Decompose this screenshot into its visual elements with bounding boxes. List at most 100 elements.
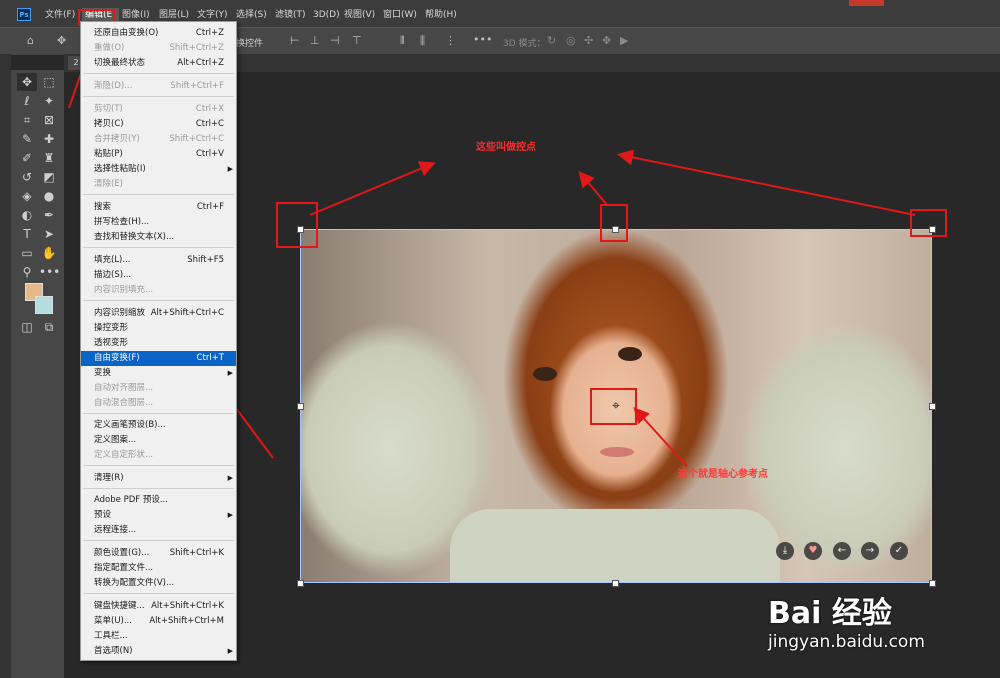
menu-item-assign-profile[interactable]: 指定配置文件... — [81, 561, 236, 576]
pen-tool-icon[interactable]: ✒ — [39, 206, 59, 224]
arrow-right-icon[interactable]: → — [861, 542, 879, 560]
3d-scale-icon[interactable]: ▶ — [620, 35, 628, 47]
menu-separator — [83, 593, 234, 594]
heart-icon[interactable]: ♥ — [804, 542, 822, 560]
more-tools-icon[interactable]: ••• — [39, 263, 60, 281]
window-close-strip[interactable] — [849, 0, 884, 6]
menu-item-paste[interactable]: 粘贴(P) Ctrl+V — [81, 147, 236, 162]
menu-help[interactable]: 帮助(H) — [422, 8, 460, 22]
menu-item-perspective-warp[interactable]: 透视变形 — [81, 336, 236, 351]
menu-item-toggle-last-state[interactable]: 切换最终状态 Alt+Ctrl+Z — [81, 56, 236, 71]
screen-mode-icon[interactable]: ⧉ — [39, 318, 59, 336]
align-hcenter-icon[interactable]: ⊥ — [310, 35, 320, 47]
menu-item-convert-profile[interactable]: 转换为配置文件(V)... — [81, 576, 236, 591]
handle-middle-left[interactable] — [297, 403, 304, 410]
type-tool-icon[interactable]: T — [17, 225, 37, 243]
3d-slide-icon[interactable]: ✥ — [602, 35, 611, 47]
marquee-tool-icon[interactable]: ⬚ — [39, 73, 59, 91]
quick-mask-icon[interactable]: ◫ — [17, 318, 37, 336]
distribute-icon[interactable]: ⫴ — [400, 35, 405, 47]
align-left-icon[interactable]: ⊢ — [290, 35, 300, 47]
menu-item-transform[interactable]: 变换 ▶ — [81, 366, 236, 381]
move-tool-icon[interactable]: ✥ — [57, 35, 66, 47]
menu-3d[interactable]: 3D(D) — [310, 8, 343, 22]
menu-item-search[interactable]: 搜索 Ctrl+F — [81, 200, 236, 215]
menu-item-keyboard-shortcuts[interactable]: 键盘快捷键... Alt+Shift+Ctrl+K — [81, 599, 236, 614]
rectangle-tool-icon[interactable]: ▭ — [17, 244, 37, 262]
menu-item-stroke[interactable]: 描边(S)... — [81, 268, 236, 283]
menu-item-spell-check[interactable]: 拼写检查(H)... — [81, 215, 236, 230]
menu-item-clear: 清除(E) — [94, 179, 124, 189]
blur-tool-icon[interactable]: ● — [39, 187, 59, 205]
frame-tool-icon[interactable]: ⊠ — [39, 111, 59, 129]
magic-wand-tool-icon[interactable]: ✦ — [39, 92, 59, 110]
menu-separator — [83, 413, 234, 414]
menu-item-preferences[interactable]: 首选项(N) ▶ — [81, 644, 236, 659]
handle-bottom-middle[interactable] — [612, 580, 619, 587]
menu-item-find-replace[interactable]: 查找和替换文本(X)... — [81, 230, 236, 245]
menu-file[interactable]: 文件(F) — [42, 8, 78, 22]
brush-tool-icon[interactable]: ✐ — [17, 149, 37, 167]
history-brush-tool-icon[interactable]: ↺ — [17, 168, 37, 186]
menu-item-pdf-presets[interactable]: Adobe PDF 预设... — [81, 493, 236, 508]
menu-item-define-pattern[interactable]: 定义图案... — [81, 433, 236, 448]
more-icon[interactable]: ••• — [473, 34, 492, 46]
menu-window[interactable]: 窗口(W) — [380, 8, 420, 22]
healing-brush-tool-icon[interactable]: ✚ — [39, 130, 59, 148]
menu-item-purge[interactable]: 清理(R) ▶ — [81, 471, 236, 486]
menu-item-puppet-warp[interactable]: 操控变形 — [81, 321, 236, 336]
menu-item-paste-special[interactable]: 选择性粘贴(I) ▶ — [81, 162, 236, 177]
3d-drag-icon[interactable]: ✣ — [584, 35, 593, 47]
lasso-tool-icon[interactable]: ℓ — [17, 92, 37, 110]
menu-filter[interactable]: 滤镜(T) — [272, 8, 309, 22]
align-right-icon[interactable]: ⊣ — [330, 35, 340, 47]
transform-controls-label[interactable]: 换控件 — [236, 36, 263, 49]
path-selection-tool-icon[interactable]: ➤ — [39, 225, 59, 243]
menu-item-fill[interactable]: 填充(L)... Shift+F5 — [81, 253, 236, 268]
3d-roll-icon[interactable]: ◎ — [566, 35, 576, 47]
zoom-tool-icon[interactable]: ⚲ — [17, 263, 37, 281]
menu-item-undo[interactable]: 还原自由变换(O) Ctrl+Z — [81, 26, 236, 41]
home-icon[interactable]: ⌂ — [27, 35, 34, 47]
clone-stamp-tool-icon[interactable]: ♜ — [39, 149, 59, 167]
menu-type[interactable]: 文字(Y) — [194, 8, 231, 22]
arrow-left-icon[interactable]: ← — [833, 542, 851, 560]
menu-image[interactable]: 图像(I) — [119, 8, 153, 22]
eraser-tool-icon[interactable]: ◩ — [39, 168, 59, 186]
paint-bucket-tool-icon[interactable]: ◈ — [17, 187, 37, 205]
distribute-h-icon[interactable]: ⋮ — [445, 35, 456, 47]
3d-rotate-icon[interactable]: ↻ — [547, 35, 556, 47]
crop-tool-icon[interactable]: ⌗ — [17, 111, 37, 129]
eyedropper-tool-icon[interactable]: ✎ — [17, 130, 37, 148]
submenu-arrow-icon: ▶ — [227, 474, 233, 482]
dodge-tool-icon[interactable]: ◐ — [17, 206, 37, 224]
hand-tool-icon[interactable]: ✋ — [39, 244, 59, 262]
menu-item-content-aware-scale[interactable]: 内容识别缩放 Alt+Shift+Ctrl+C — [81, 306, 236, 321]
menu-item-menus[interactable]: 菜单(U)... Alt+Shift+Ctrl+M — [81, 614, 236, 629]
toolbox: ✥ ⬚ ℓ ✦ ⌗ ⊠ ✎ ✚ ✐ ♜ ↺ ◩ ◈ ● ◐ ✒ T ➤ ▭ ✋ … — [11, 70, 64, 678]
download-icon[interactable]: ⤓ — [776, 542, 794, 560]
menu-item-copy-merged: 合并拷贝(Y) Shift+Ctrl+C — [94, 134, 224, 144]
handle-bottom-right[interactable] — [929, 580, 936, 587]
menu-layer[interactable]: 图层(L) — [156, 8, 192, 22]
handle-middle-right[interactable] — [929, 403, 936, 410]
menu-view[interactable]: 视图(V) — [341, 8, 378, 22]
menu-item-presets[interactable]: 预设 ▶ — [81, 508, 236, 523]
menu-item-remote-connections[interactable]: 远程连接... — [81, 523, 236, 538]
annotation-box-top-left-handle — [276, 202, 318, 248]
menu-item-color-settings[interactable]: 颜色设置(G)... Shift+Ctrl+K — [81, 546, 236, 561]
align-top-icon[interactable]: ⊤ — [352, 35, 362, 47]
check-icon[interactable]: ✓ — [890, 542, 908, 560]
handle-bottom-left[interactable] — [297, 580, 304, 587]
menu-separator — [83, 300, 234, 301]
menu-item-define-brush[interactable]: 定义画笔预设(B)... — [81, 418, 236, 433]
background-color-swatch[interactable] — [35, 296, 53, 314]
menu-select[interactable]: 选择(S) — [233, 8, 270, 22]
distribute-v-icon[interactable]: ⫼ — [420, 35, 425, 47]
menu-separator — [83, 465, 234, 466]
menu-item-free-transform[interactable]: 自由变换(F) Ctrl+T — [81, 351, 236, 366]
menu-item-toolbar[interactable]: 工具栏... — [81, 629, 236, 644]
move-tool-icon[interactable]: ✥ — [17, 73, 37, 91]
menu-separator — [83, 73, 234, 74]
menu-item-copy[interactable]: 拷贝(C) Ctrl+C — [81, 117, 236, 132]
